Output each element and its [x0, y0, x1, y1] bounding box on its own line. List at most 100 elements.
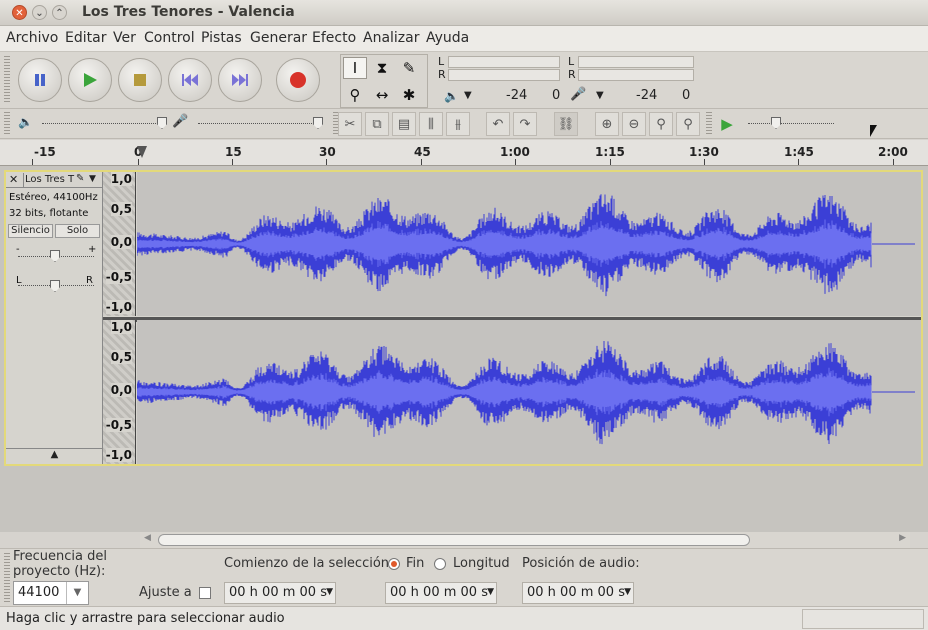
fit-project-button[interactable]: ⚲	[676, 112, 700, 136]
window-title: Los Tres Tenores - Valencia	[82, 4, 295, 20]
menu-bar: Archivo Editar Ver Control Pistas Genera…	[0, 26, 928, 52]
gain-slider[interactable]	[50, 250, 60, 262]
scroll-right-icon[interactable]: ▶	[899, 533, 906, 543]
toolbar-grip-5[interactable]	[4, 553, 10, 603]
output-meter-left[interactable]	[448, 56, 560, 68]
zoom-out-icon: ⊖	[628, 116, 640, 132]
ruler-tick-label: 45	[414, 145, 431, 159]
menu-efecto[interactable]: Efecto	[312, 30, 356, 46]
input-zero-label: 0	[682, 88, 691, 103]
fit-selection-button[interactable]: ⚲	[649, 112, 673, 136]
microphone-icon: 🎤	[570, 87, 587, 102]
toolbar-grip-2[interactable]	[4, 112, 10, 136]
window-minimize-button[interactable]: ⌄	[32, 5, 47, 20]
play-button[interactable]	[68, 58, 112, 102]
ruler-tick-mark	[704, 159, 705, 165]
waveform-left-channel[interactable]	[136, 172, 921, 316]
menu-generar[interactable]: Generar	[250, 30, 307, 46]
toolbar-grip-4[interactable]	[706, 112, 712, 136]
track-close-icon[interactable]: ✕	[9, 173, 18, 186]
envelope-tool[interactable]: ⧗	[370, 57, 394, 79]
cut-button[interactable]: ✂	[338, 112, 362, 136]
menu-editar[interactable]: Editar	[65, 30, 106, 46]
track-name-menu[interactable]: Los Tres T	[25, 174, 74, 185]
menu-analizar[interactable]: Analizar	[363, 30, 420, 46]
collapse-track-button[interactable]: ▲	[6, 448, 103, 464]
output-volume-slider[interactable]	[157, 117, 167, 129]
menu-control[interactable]: Control	[144, 30, 195, 46]
dropdown-arrow-icon[interactable]: ▼	[487, 587, 494, 597]
vertical-ruler-right: 1,0 0,5 0,0 -0,5 -1,0	[103, 320, 136, 464]
solo-button[interactable]: Solo	[55, 224, 100, 238]
title-bar: ✕ ⌄ ⌃ Los Tres Tenores - Valencia	[0, 0, 928, 26]
dropdown-arrow-icon[interactable]: ▼	[66, 582, 88, 604]
empty-track-space[interactable]	[0, 466, 928, 532]
input-meter-menu-icon[interactable]: ▼	[596, 90, 604, 101]
paste-button[interactable]: ▤	[392, 112, 416, 136]
output-meter-menu-icon[interactable]: ▼	[464, 90, 472, 101]
scale-label: 0,0	[110, 235, 132, 249]
selection-start-time[interactable]: 00 h 00 m 00 s ▼	[224, 582, 336, 604]
pause-button[interactable]	[18, 58, 62, 102]
scrollbar-thumb[interactable]	[158, 534, 750, 546]
skip-end-button[interactable]	[218, 58, 262, 102]
skip-start-button[interactable]	[168, 58, 212, 102]
menu-archivo[interactable]: Archivo	[6, 30, 58, 46]
play-at-speed-button[interactable]: ▶	[715, 112, 739, 136]
playhead-marker[interactable]	[137, 146, 147, 158]
horizontal-scrollbar[interactable]: ◀ ▶	[140, 532, 910, 548]
end-radio[interactable]	[388, 558, 400, 570]
undo-button[interactable]: ↶	[486, 112, 510, 136]
zoom-in-button[interactable]: ⊕	[595, 112, 619, 136]
pause-icon	[19, 59, 61, 101]
window-close-button[interactable]: ✕	[12, 5, 27, 20]
sync-lock-button[interactable]: ⛓	[554, 112, 578, 136]
selection-tool[interactable]: I	[343, 57, 367, 79]
menu-ayuda[interactable]: Ayuda	[426, 30, 469, 46]
multi-tool[interactable]: ✱	[397, 84, 421, 106]
mute-button[interactable]: Silencio	[8, 224, 53, 238]
audio-track[interactable]: ✕ Los Tres T ✎ ▼ Estéreo, 44100Hz 32 bit…	[4, 170, 923, 466]
toolbar-grip[interactable]	[4, 56, 10, 104]
copy-button[interactable]: ⧉	[365, 112, 389, 136]
ruler-tick-label: 30	[319, 145, 336, 159]
record-button[interactable]	[276, 58, 320, 102]
menu-ver[interactable]: Ver	[113, 30, 136, 46]
zoom-tool[interactable]: ⚲	[343, 84, 367, 106]
pan-slider[interactable]	[50, 280, 60, 292]
scale-label: 1,0	[110, 172, 132, 186]
track-menu-arrow-icon[interactable]: ▼	[89, 174, 96, 184]
ruler-tick-label: -15	[34, 145, 56, 159]
snap-to-checkbox[interactable]	[199, 587, 211, 599]
ruler-tick-label: 1:15	[595, 145, 625, 159]
timeshift-tool[interactable]: ↔	[370, 84, 394, 106]
ruler-tick-mark	[798, 159, 799, 165]
time-value: 00 h 00 m 00 s	[229, 585, 327, 600]
input-meter-right[interactable]	[578, 69, 694, 81]
ruler-tick-mark	[421, 159, 422, 165]
length-radio[interactable]	[434, 558, 446, 570]
output-meter-right[interactable]	[448, 69, 560, 81]
dropdown-arrow-icon[interactable]: ▼	[624, 587, 631, 597]
menu-pistas[interactable]: Pistas	[201, 30, 242, 46]
waveform-right-channel[interactable]	[136, 320, 921, 464]
draw-tool[interactable]: ✎	[397, 57, 421, 79]
ruler-tick-label: 1:00	[500, 145, 530, 159]
ruler-tick-mark	[32, 159, 33, 165]
dropdown-arrow-icon[interactable]: ▼	[326, 587, 333, 597]
in-meter-r-label: R	[568, 68, 576, 81]
scroll-left-icon[interactable]: ◀	[144, 533, 151, 543]
audio-position-time[interactable]: 00 h 00 m 00 s ▼	[522, 582, 634, 604]
project-rate-combo[interactable]: 44100 ▼	[13, 581, 89, 605]
trim-button[interactable]: ⫼	[419, 112, 443, 136]
redo-button[interactable]: ↷	[513, 112, 537, 136]
silence-button[interactable]: ⫵	[446, 112, 470, 136]
input-meter-left[interactable]	[578, 56, 694, 68]
input-volume-slider[interactable]	[313, 117, 323, 129]
zoom-out-button[interactable]: ⊖	[622, 112, 646, 136]
timeline-ruler[interactable]: -15 0 15 30 45 1:00 1:15 1:30 1:45 2:00	[0, 140, 928, 166]
window-maximize-button[interactable]: ⌃	[52, 5, 67, 20]
stop-button[interactable]	[118, 58, 162, 102]
play-speed-slider[interactable]	[771, 117, 781, 129]
selection-end-time[interactable]: 00 h 00 m 00 s ▼	[385, 582, 497, 604]
